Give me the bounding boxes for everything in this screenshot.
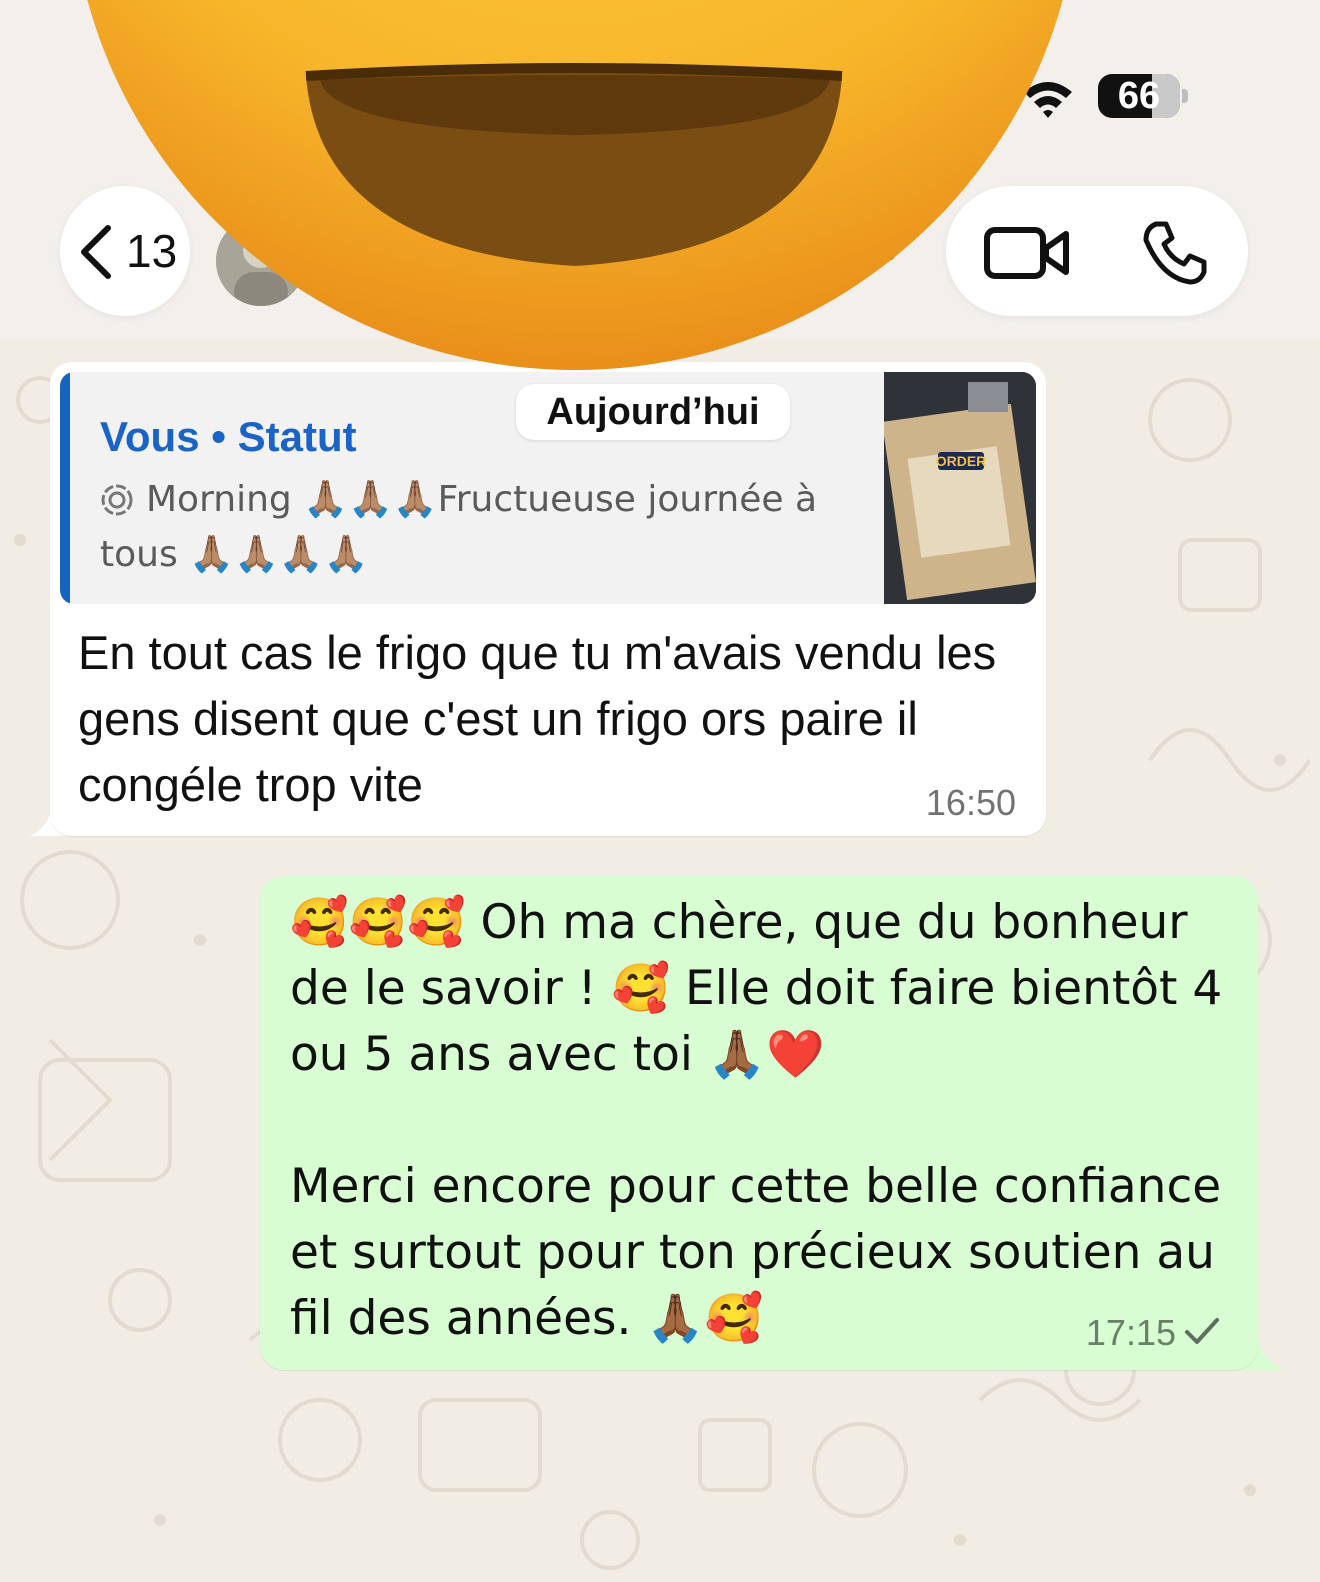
outgoing-message-time: 17:15 [1085, 1312, 1176, 1353]
outgoing-message-bubble[interactable]: 🥰🥰🥰 Oh ma chère, que du bonheur de le sa… [260, 876, 1258, 1370]
grinning-face-sticker [87, 0, 1063, 370]
battery-tip [1182, 89, 1188, 103]
quote-text-line: Morning 🙏🏽🙏🏽🙏🏽Fructueuse journée à tous … [100, 472, 860, 582]
outgoing-message-text: 🥰🥰🥰 Oh ma chère, que du bonheur de le sa… [290, 895, 1223, 1346]
battery-level: 66 [1117, 75, 1161, 117]
phone-call-icon[interactable] [1142, 220, 1208, 286]
thumbnail-label: ORDER [936, 453, 987, 469]
thumbnail-image: ORDER [882, 372, 1036, 604]
quote-text: Morning 🙏🏽🙏🏽🙏🏽Fructueuse journée à tous … [100, 479, 818, 575]
incoming-message-text: En tout cas le frigo que tu m'avais vend… [78, 626, 997, 811]
incoming-message-time: 16:50 [925, 782, 1016, 823]
single-check-icon [1185, 1318, 1219, 1344]
quote-author: Vous • Statut [100, 413, 357, 460]
quote-accent-bar [60, 372, 70, 604]
battery-indicator: 66 [1098, 74, 1188, 118]
status-ring-icon [101, 484, 133, 516]
status-thumbnail: ORDER [882, 372, 1036, 604]
date-separator: Aujourd’hui [516, 384, 790, 440]
